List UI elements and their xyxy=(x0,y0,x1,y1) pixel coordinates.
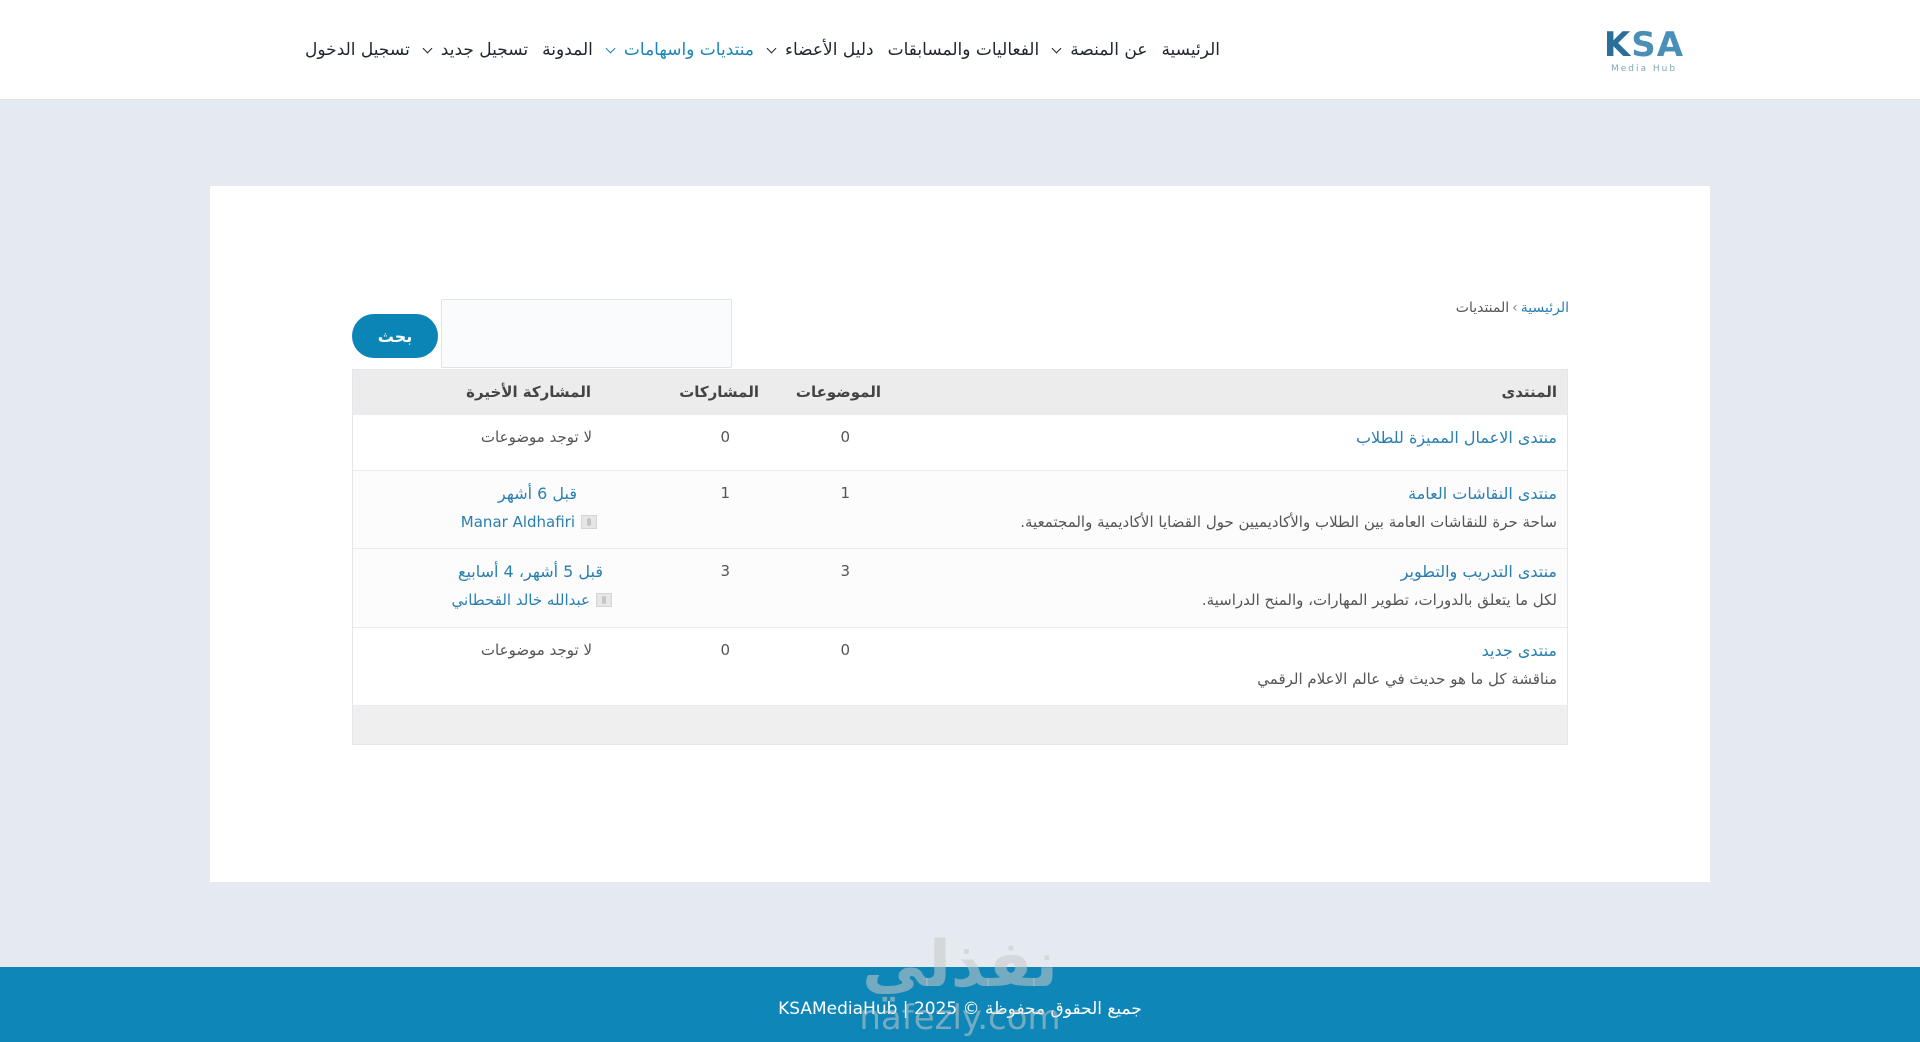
avatar-icon xyxy=(581,515,597,529)
nav-item-members[interactable]: دليل الأعضاء xyxy=(766,40,874,60)
nav-item-about[interactable]: عن المنصة xyxy=(1051,40,1148,60)
posts-count: 1 xyxy=(720,484,730,502)
last-post-time-link[interactable]: قبل 5 أشهر، 4 أسابيع xyxy=(458,562,603,581)
column-header-forum: المنتدى xyxy=(1501,383,1558,401)
topics-count: 0 xyxy=(840,641,850,659)
nav-item-label: منتديات واسهامات xyxy=(623,40,754,60)
nav-item-register[interactable]: تسجيل جديد xyxy=(422,40,529,60)
author-name: عبدالله خالد القحطاني xyxy=(451,591,590,609)
author-name: Manar Aldhafiri xyxy=(460,513,575,531)
forum-description: لكل ما يتعلق بالدورات، تطوير المهارات، و… xyxy=(1201,591,1557,609)
search-button[interactable]: بحث xyxy=(352,314,438,358)
forum-title-link[interactable]: منتدى جديد xyxy=(1482,641,1557,660)
nav-item-label: المدونة xyxy=(542,40,593,60)
forum-search-input[interactable] xyxy=(441,299,732,368)
nav-item-label: عن المنصة xyxy=(1070,40,1148,60)
logo-subtitle: Media Hub xyxy=(1610,64,1678,74)
no-topics-text: لا توجد موضوعات xyxy=(480,641,592,659)
table-row: منتدى جديد مناقشة كل ما هو حديث في عالم … xyxy=(353,628,1567,706)
table-header-row: المنتدى الموضوعات المشاركات المشاركة الأ… xyxy=(353,370,1567,415)
nav-item-forums[interactable]: منتديات واسهامات xyxy=(605,40,754,60)
nav-item-label: الرئيسية xyxy=(1161,40,1220,60)
forum-title-link[interactable]: منتدى النقاشات العامة xyxy=(1408,484,1557,503)
topics-count: 1 xyxy=(840,484,850,502)
nav-item-label: دليل الأعضاء xyxy=(784,40,874,60)
breadcrumb: الرئيسية›المنتديات xyxy=(1456,300,1569,316)
last-post-author-link[interactable]: Manar Aldhafiri xyxy=(461,513,597,531)
forums-table: المنتدى الموضوعات المشاركات المشاركة الأ… xyxy=(352,369,1568,745)
posts-count: 0 xyxy=(720,428,730,446)
chevron-down-icon xyxy=(422,43,433,53)
forum-title-link[interactable]: منتدى الاعمال المميزة للطلاب xyxy=(1356,428,1557,447)
topics-count: 3 xyxy=(840,562,850,580)
nav-item-label: تسجيل جديد xyxy=(440,40,529,60)
nav-item-login[interactable]: تسجيل الدخول xyxy=(305,40,410,60)
breadcrumb-current: المنتديات xyxy=(1455,300,1510,316)
column-header-topics: الموضوعات xyxy=(795,383,881,401)
nav-item-events[interactable]: الفعاليات والمسابقات xyxy=(888,40,1040,60)
last-post-author-link[interactable]: عبدالله خالد القحطاني xyxy=(452,591,612,609)
chevron-down-icon xyxy=(766,43,777,53)
nav-item-blog[interactable]: المدونة xyxy=(542,40,593,60)
table-row: منتدى التدريب والتطوير لكل ما يتعلق بالد… xyxy=(353,549,1567,628)
site-footer: جميع الحقوق محفوظة © 2025 | KSAMediaHub xyxy=(0,967,1920,1042)
logo-mark: KSA xyxy=(1603,25,1685,65)
breadcrumb-home-link[interactable]: الرئيسية xyxy=(1521,300,1569,316)
nav-item-label: الفعاليات والمسابقات xyxy=(887,40,1040,60)
site-logo[interactable]: KSA Media Hub xyxy=(1601,26,1687,80)
posts-count: 3 xyxy=(720,562,730,580)
forum-description: ساحة حرة للنقاشات العامة بين الطلاب والأ… xyxy=(1020,513,1557,531)
nav-item-home[interactable]: الرئيسية xyxy=(1161,40,1220,60)
last-post-time-link[interactable]: قبل 6 أشهر xyxy=(498,484,577,503)
no-topics-text: لا توجد موضوعات xyxy=(480,428,592,446)
table-row: منتدى النقاشات العامة ساحة حرة للنقاشات … xyxy=(353,471,1567,549)
breadcrumb-separator: › xyxy=(1512,300,1518,316)
table-footer-row xyxy=(353,706,1567,744)
copyright-text: جميع الحقوق محفوظة © 2025 | KSAMediaHub xyxy=(778,999,1142,1019)
forum-description: مناقشة كل ما هو حديث في عالم الاعلام الر… xyxy=(1257,670,1557,688)
table-row: منتدى الاعمال المميزة للطلاب 0 0 لا توجد… xyxy=(353,415,1567,471)
main-nav: الرئيسية عن المنصة الفعاليات والمسابقات … xyxy=(305,36,1220,64)
topics-count: 0 xyxy=(840,428,850,446)
chevron-down-icon xyxy=(605,43,616,53)
nav-item-label: تسجيل الدخول xyxy=(305,40,410,60)
forum-title-link[interactable]: منتدى التدريب والتطوير xyxy=(1401,562,1557,581)
column-header-posts: المشاركات xyxy=(679,383,759,401)
avatar-icon xyxy=(596,593,612,607)
site-header: KSA Media Hub الرئيسية عن المنصة الفعالي… xyxy=(0,0,1920,100)
chevron-down-icon xyxy=(1051,43,1062,53)
posts-count: 0 xyxy=(720,641,730,659)
column-header-last-post: المشاركة الأخيرة xyxy=(466,383,591,401)
